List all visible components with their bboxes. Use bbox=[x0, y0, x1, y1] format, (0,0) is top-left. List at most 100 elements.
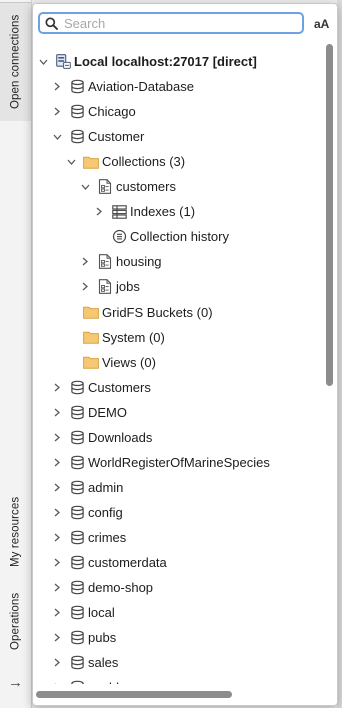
chevron-right-icon[interactable] bbox=[51, 481, 63, 493]
chevron-down-icon[interactable] bbox=[51, 131, 63, 143]
collection-icon bbox=[97, 179, 113, 195]
tree-item-label: WorldRegisterOfMarineSpecies bbox=[88, 454, 270, 470]
database-icon bbox=[69, 479, 85, 495]
chevron-right-icon[interactable] bbox=[51, 531, 63, 543]
tree-item-label: Downloads bbox=[88, 429, 153, 445]
tree-item-label: Collections (3) bbox=[102, 154, 186, 170]
folder-icon bbox=[83, 329, 99, 345]
chevron-right-icon[interactable] bbox=[51, 406, 63, 418]
tree-item-label: local bbox=[88, 605, 115, 621]
database-icon bbox=[69, 504, 85, 520]
tree-item-db[interactable]: admin bbox=[51, 475, 123, 500]
history-icon bbox=[111, 229, 127, 245]
chevron-right-icon[interactable] bbox=[93, 206, 105, 218]
tree-item-label: housing bbox=[116, 254, 162, 270]
tree-item-history[interactable]: Collection history bbox=[93, 224, 229, 249]
tree-item-db[interactable]: sales bbox=[51, 650, 118, 675]
tree-item-label: Collection history bbox=[130, 229, 229, 245]
tree-item-db[interactable]: Aviation-Database bbox=[51, 74, 194, 99]
chevron-right-icon[interactable] bbox=[51, 607, 63, 619]
database-icon bbox=[69, 429, 85, 445]
chevron-right-icon[interactable] bbox=[51, 456, 63, 468]
tree-item-label: customers bbox=[116, 179, 176, 195]
tree-item-db[interactable]: demo-shop bbox=[51, 575, 153, 600]
tree-item-label: admin bbox=[88, 479, 124, 495]
tree-item-db[interactable]: Chicago bbox=[51, 99, 136, 124]
database-icon bbox=[69, 655, 85, 671]
tree-item-db[interactable]: pubs bbox=[51, 625, 116, 650]
tree-item-collection[interactable]: jobs bbox=[79, 274, 140, 299]
tree-item-folder[interactable]: System (0) bbox=[65, 325, 165, 350]
tree-item-collection[interactable]: housing bbox=[79, 249, 162, 274]
tree-item-label: crimes bbox=[88, 529, 127, 545]
tree-item-db[interactable]: Downloads bbox=[51, 425, 152, 450]
tree-item-indexes[interactable]: Indexes (1) bbox=[93, 199, 195, 224]
database-icon bbox=[69, 680, 85, 684]
chevron-right-icon[interactable] bbox=[79, 256, 91, 268]
chevron-right-icon[interactable] bbox=[51, 582, 63, 594]
connection-tree-popup: aA Local localhost:27017 [direct] Aviatio… bbox=[32, 3, 338, 706]
folder-icon bbox=[83, 154, 99, 170]
tree-item-label: Aviation-Database bbox=[88, 79, 194, 95]
tree-item-label: Views (0) bbox=[102, 354, 156, 370]
collection-icon bbox=[97, 279, 113, 295]
chevron-right-icon[interactable] bbox=[51, 81, 63, 93]
chevron-right-icon[interactable] bbox=[51, 632, 63, 644]
tree-item-label: System (0) bbox=[102, 329, 165, 345]
tab-operations[interactable]: Operations bbox=[0, 584, 31, 658]
tab-open-connections-label: Open connections bbox=[9, 14, 22, 110]
tree-item-folder[interactable]: GridFS Buckets (0) bbox=[65, 300, 213, 325]
chevron-right-icon[interactable] bbox=[51, 557, 63, 569]
tree-item-label: DEMO bbox=[88, 404, 127, 420]
tree-item-label: jobs bbox=[116, 279, 140, 295]
search-icon bbox=[45, 16, 58, 30]
vertical-scrollbar[interactable] bbox=[326, 44, 333, 386]
tree-item-collection[interactable]: customers bbox=[79, 174, 176, 199]
tree-item-db[interactable]: crimes bbox=[51, 525, 126, 550]
chevron-right-icon[interactable] bbox=[51, 657, 63, 669]
chevron-right-icon[interactable] bbox=[79, 281, 91, 293]
chevron-right-icon[interactable] bbox=[51, 682, 63, 684]
tab-my-resources[interactable]: My resources bbox=[0, 486, 31, 578]
tree-item-db[interactable]: Customer bbox=[51, 124, 144, 149]
chevron-right-icon[interactable] bbox=[51, 106, 63, 118]
tree-item-folder[interactable]: Collections (3) bbox=[65, 149, 185, 174]
server-icon bbox=[55, 54, 71, 70]
tree-item-label: Chicago bbox=[88, 104, 136, 120]
chevron-down-icon[interactable] bbox=[65, 156, 77, 168]
horizontal-scrollbar[interactable] bbox=[36, 691, 232, 698]
search-input[interactable] bbox=[64, 15, 284, 31]
tree-item-label: Indexes (1) bbox=[130, 204, 196, 220]
tree-item-db[interactable]: DEMO bbox=[51, 400, 127, 425]
search-box[interactable] bbox=[38, 12, 304, 34]
folder-icon bbox=[83, 304, 99, 320]
tree-item-folder[interactable]: Views (0) bbox=[65, 350, 156, 375]
chevron-right-icon[interactable] bbox=[51, 381, 63, 393]
tab-open-connections[interactable]: Open connections bbox=[0, 2, 31, 121]
chevron-down-icon[interactable] bbox=[79, 181, 91, 193]
database-icon bbox=[69, 555, 85, 571]
tree-item-db[interactable]: customerdata bbox=[51, 550, 167, 575]
tree-item-label: demo-shop bbox=[88, 580, 154, 596]
tree-item-label: customerdata bbox=[88, 555, 167, 570]
connection-node[interactable]: Local localhost:27017 [direct] bbox=[37, 49, 257, 74]
folder-icon bbox=[83, 354, 99, 370]
chevron-right-icon[interactable] bbox=[51, 431, 63, 443]
tree-item-db[interactable]: config bbox=[51, 500, 123, 525]
chevron-down-icon[interactable] bbox=[37, 56, 49, 68]
arrow-right-icon[interactable]: → bbox=[8, 674, 23, 691]
tree-item-label: Local localhost:27017 [direct] bbox=[74, 54, 257, 69]
chevron-right-icon[interactable] bbox=[51, 506, 63, 518]
tree-item-db[interactable]: WorldRegisterOfMarineSpecies bbox=[51, 450, 270, 475]
tree-item-db[interactable]: Customers bbox=[51, 375, 151, 400]
tree-item-db[interactable]: local bbox=[51, 600, 115, 625]
tab-operations-label: Operations bbox=[9, 592, 22, 650]
match-case-toggle[interactable]: aA bbox=[314, 17, 329, 31]
tree-item-label: GridFS Buckets (0) bbox=[102, 304, 213, 320]
tree-item-db[interactable]: world bbox=[51, 675, 119, 684]
connection-tree: Local localhost:27017 [direct] Aviation-D… bbox=[33, 44, 327, 684]
left-sidebar-strip: Open connections My resources Operations… bbox=[0, 0, 32, 708]
